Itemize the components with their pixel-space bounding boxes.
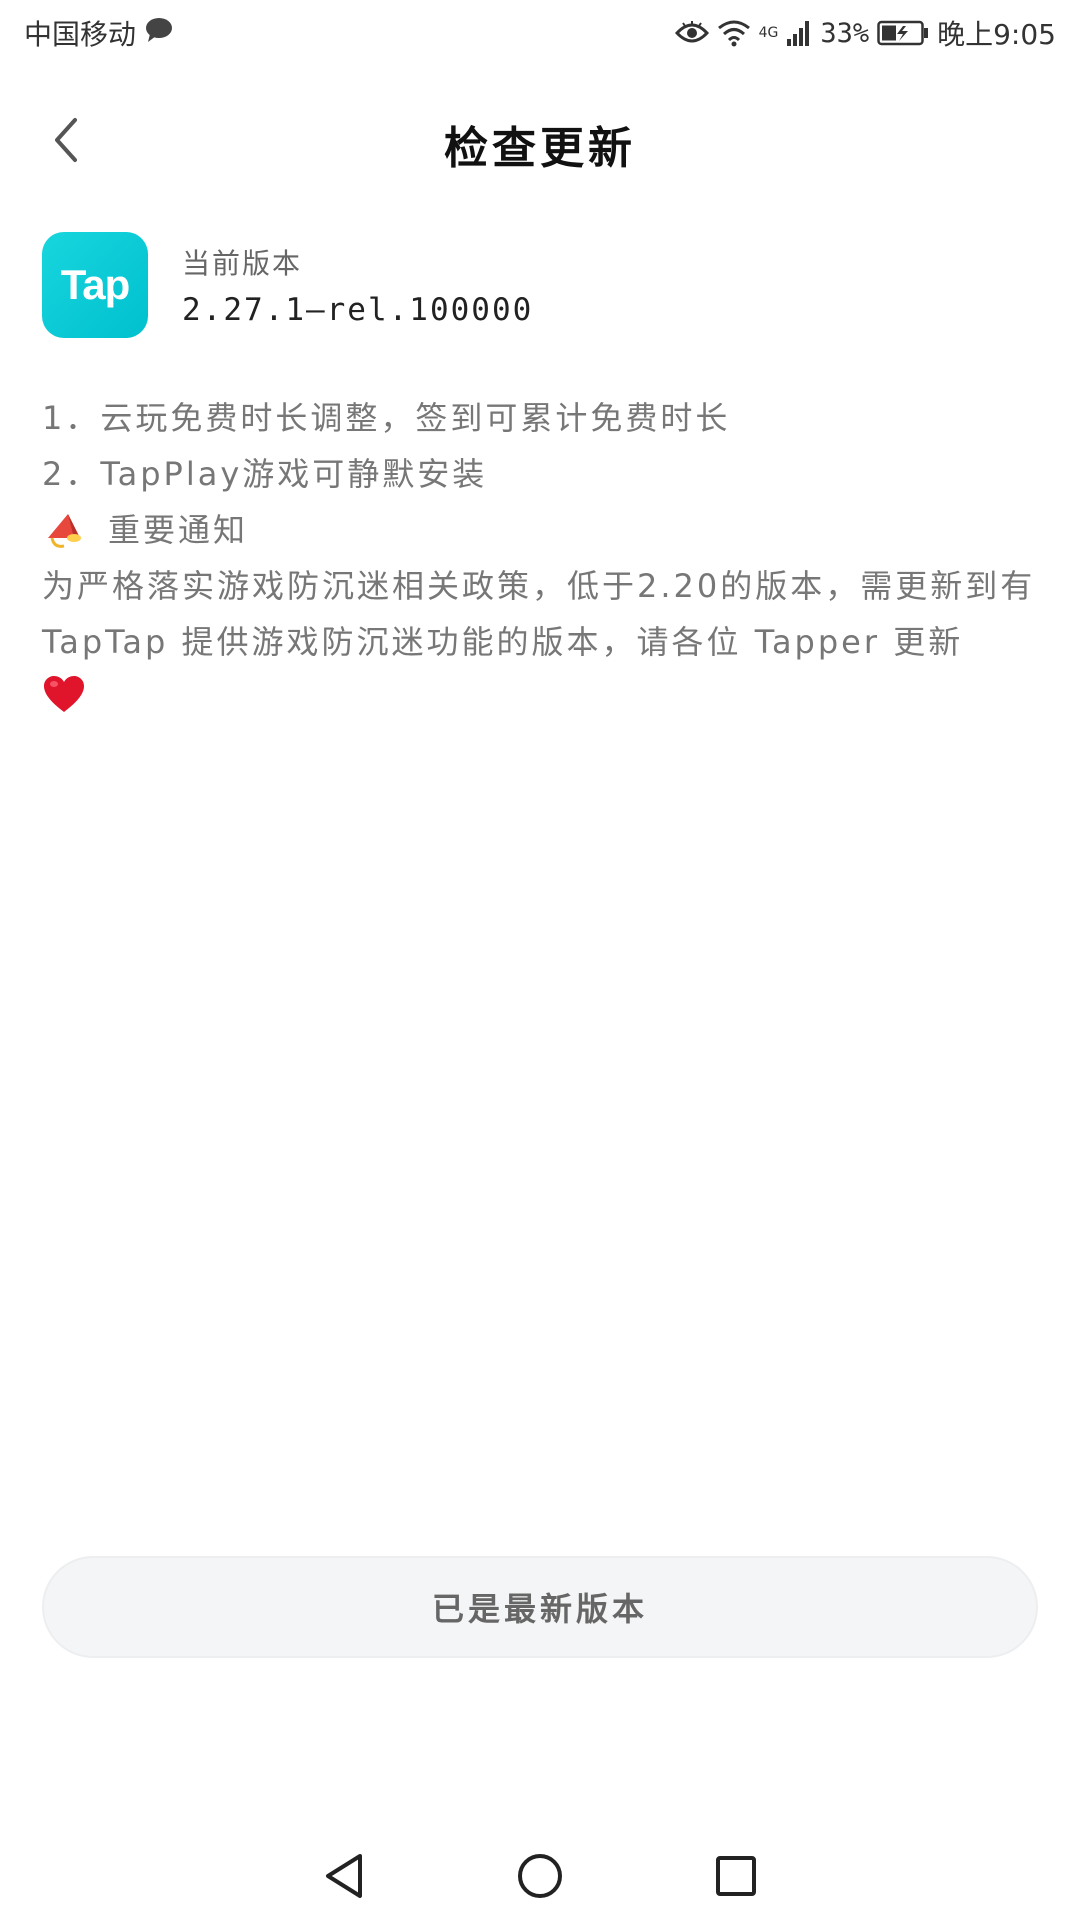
eye-icon [674,21,709,45]
carrier-name: 中国移动 [24,18,137,51]
system-nav-bar [0,1836,1080,1920]
release-notes: 1．云玩免费时长调整，签到可累计免费时长 2．TapPlay游戏可静默安装 重要… [42,390,1042,714]
network-type: 4G [758,25,779,41]
note-item-2: 2．TapPlay游戏可静默安装 [42,455,488,493]
app-icon-text: Tap [60,261,131,308]
notice-header: 重要通知 [42,502,1042,558]
signal-icon [786,19,812,47]
version-row: Tap 当前版本 2.27.1—rel.100000 [42,230,533,340]
up-to-date-button[interactable]: 已是最新版本 [42,1556,1038,1658]
status-left: 中国移动 [24,13,174,53]
notice-paragraph: 为严格落实游戏防沉迷相关政策，低于2.20的版本，需更新到有 TapTap 提供… [42,567,1036,661]
clock: 晚上9:05 [937,18,1056,51]
nav-home-button[interactable] [516,1852,564,1904]
megaphone-icon [48,514,81,548]
status-right: 4G 33% 晚上9:05 [674,13,1056,53]
circle-home-icon [518,1854,562,1898]
notice-title: 重要通知 [108,511,249,549]
version-label: 当前版本 [182,247,303,280]
message-icon [144,16,174,51]
version-text: 当前版本 2.27.1—rel.100000 [182,242,533,328]
version-value: 2.27.1—rel.100000 [182,292,534,328]
wifi-icon [717,19,751,47]
nav-recents-button[interactable] [714,1854,758,1902]
heart-icon [44,676,84,712]
status-bar: 中国移动 4G 33% 晚上9:05 [0,0,1080,66]
taptap-app-icon: Tap [42,232,148,338]
note-item-1: 1．云玩免费时长调整，签到可累计免费时长 [42,399,731,437]
nav-back-button[interactable] [322,1852,366,1904]
battery-percent: 33% [820,17,870,49]
header: 检查更新 [0,92,1080,188]
triangle-back-icon [326,1854,362,1898]
square-recents-icon [716,1856,756,1896]
page-title: 检查更新 [444,123,636,174]
battery-icon [877,20,929,46]
